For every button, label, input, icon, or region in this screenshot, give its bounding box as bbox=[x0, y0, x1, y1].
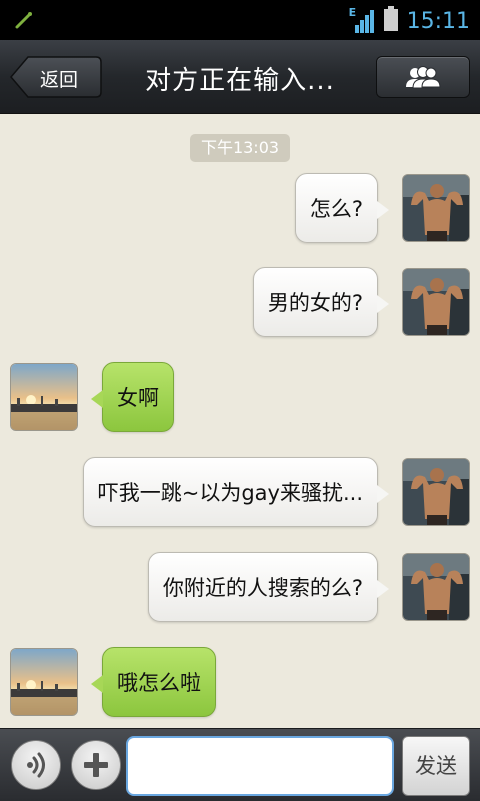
bubble-tail bbox=[377, 485, 389, 503]
bubble-tail bbox=[91, 390, 103, 408]
group-icon bbox=[406, 66, 441, 89]
avatar[interactable] bbox=[402, 458, 470, 526]
message-bubble-outgoing[interactable]: 你附近的人搜索的么? bbox=[147, 552, 389, 622]
title-bar: 返回 对方正在输入... bbox=[0, 40, 480, 114]
message-bubble-outgoing[interactable]: 男的女的? bbox=[252, 267, 389, 337]
message-text: 女啊 bbox=[117, 386, 159, 410]
send-button[interactable]: 发送 bbox=[402, 736, 470, 796]
chat-area[interactable]: 下午13:03 怎么? 男的女的? 女啊 吓我一跳~以为gay来骚扰... 你附… bbox=[0, 114, 480, 728]
chat-members-button[interactable] bbox=[376, 56, 470, 98]
message-input[interactable] bbox=[126, 736, 394, 796]
message-text: 吓我一跳~以为gay来骚扰... bbox=[97, 481, 363, 505]
message-bubble-incoming[interactable]: 哦怎么啦 bbox=[91, 647, 216, 717]
avatar[interactable] bbox=[10, 363, 78, 431]
message-timestamp: 下午13:03 bbox=[190, 134, 290, 162]
battery-icon bbox=[383, 6, 399, 36]
avatar[interactable] bbox=[10, 648, 78, 716]
message-bubble-outgoing[interactable]: 吓我一跳~以为gay来骚扰... bbox=[82, 457, 389, 527]
status-bar: E 15:11 bbox=[0, 0, 480, 40]
message-bubble-outgoing[interactable]: 怎么? bbox=[294, 173, 389, 243]
voice-icon bbox=[27, 752, 45, 778]
back-button[interactable]: 返回 bbox=[10, 56, 102, 98]
plus-icon bbox=[84, 753, 108, 777]
message-bubble-incoming[interactable]: 女啊 bbox=[91, 362, 174, 432]
bubble-tail bbox=[377, 201, 389, 219]
status-clock: 15:11 bbox=[406, 8, 470, 34]
message-text: 怎么? bbox=[309, 197, 363, 221]
bubble-tail bbox=[377, 295, 389, 313]
message-text: 男的女的? bbox=[267, 291, 363, 315]
avatar[interactable] bbox=[402, 174, 470, 242]
input-bar: 发送 bbox=[0, 728, 480, 801]
usb-debug-icon bbox=[14, 10, 34, 34]
back-button-label: 返回 bbox=[40, 69, 79, 91]
bubble-tail bbox=[91, 675, 103, 693]
page-title: 对方正在输入... bbox=[145, 66, 335, 96]
avatar[interactable] bbox=[402, 553, 470, 621]
voice-input-button[interactable] bbox=[11, 740, 61, 790]
avatar[interactable] bbox=[402, 268, 470, 336]
network-type-label: E bbox=[348, 6, 357, 19]
message-text: 哦怎么啦 bbox=[117, 671, 201, 695]
bubble-tail bbox=[377, 580, 389, 598]
message-text: 你附近的人搜索的么? bbox=[162, 576, 363, 600]
signal-icon: E bbox=[348, 6, 375, 34]
add-attachment-button[interactable] bbox=[71, 740, 121, 790]
